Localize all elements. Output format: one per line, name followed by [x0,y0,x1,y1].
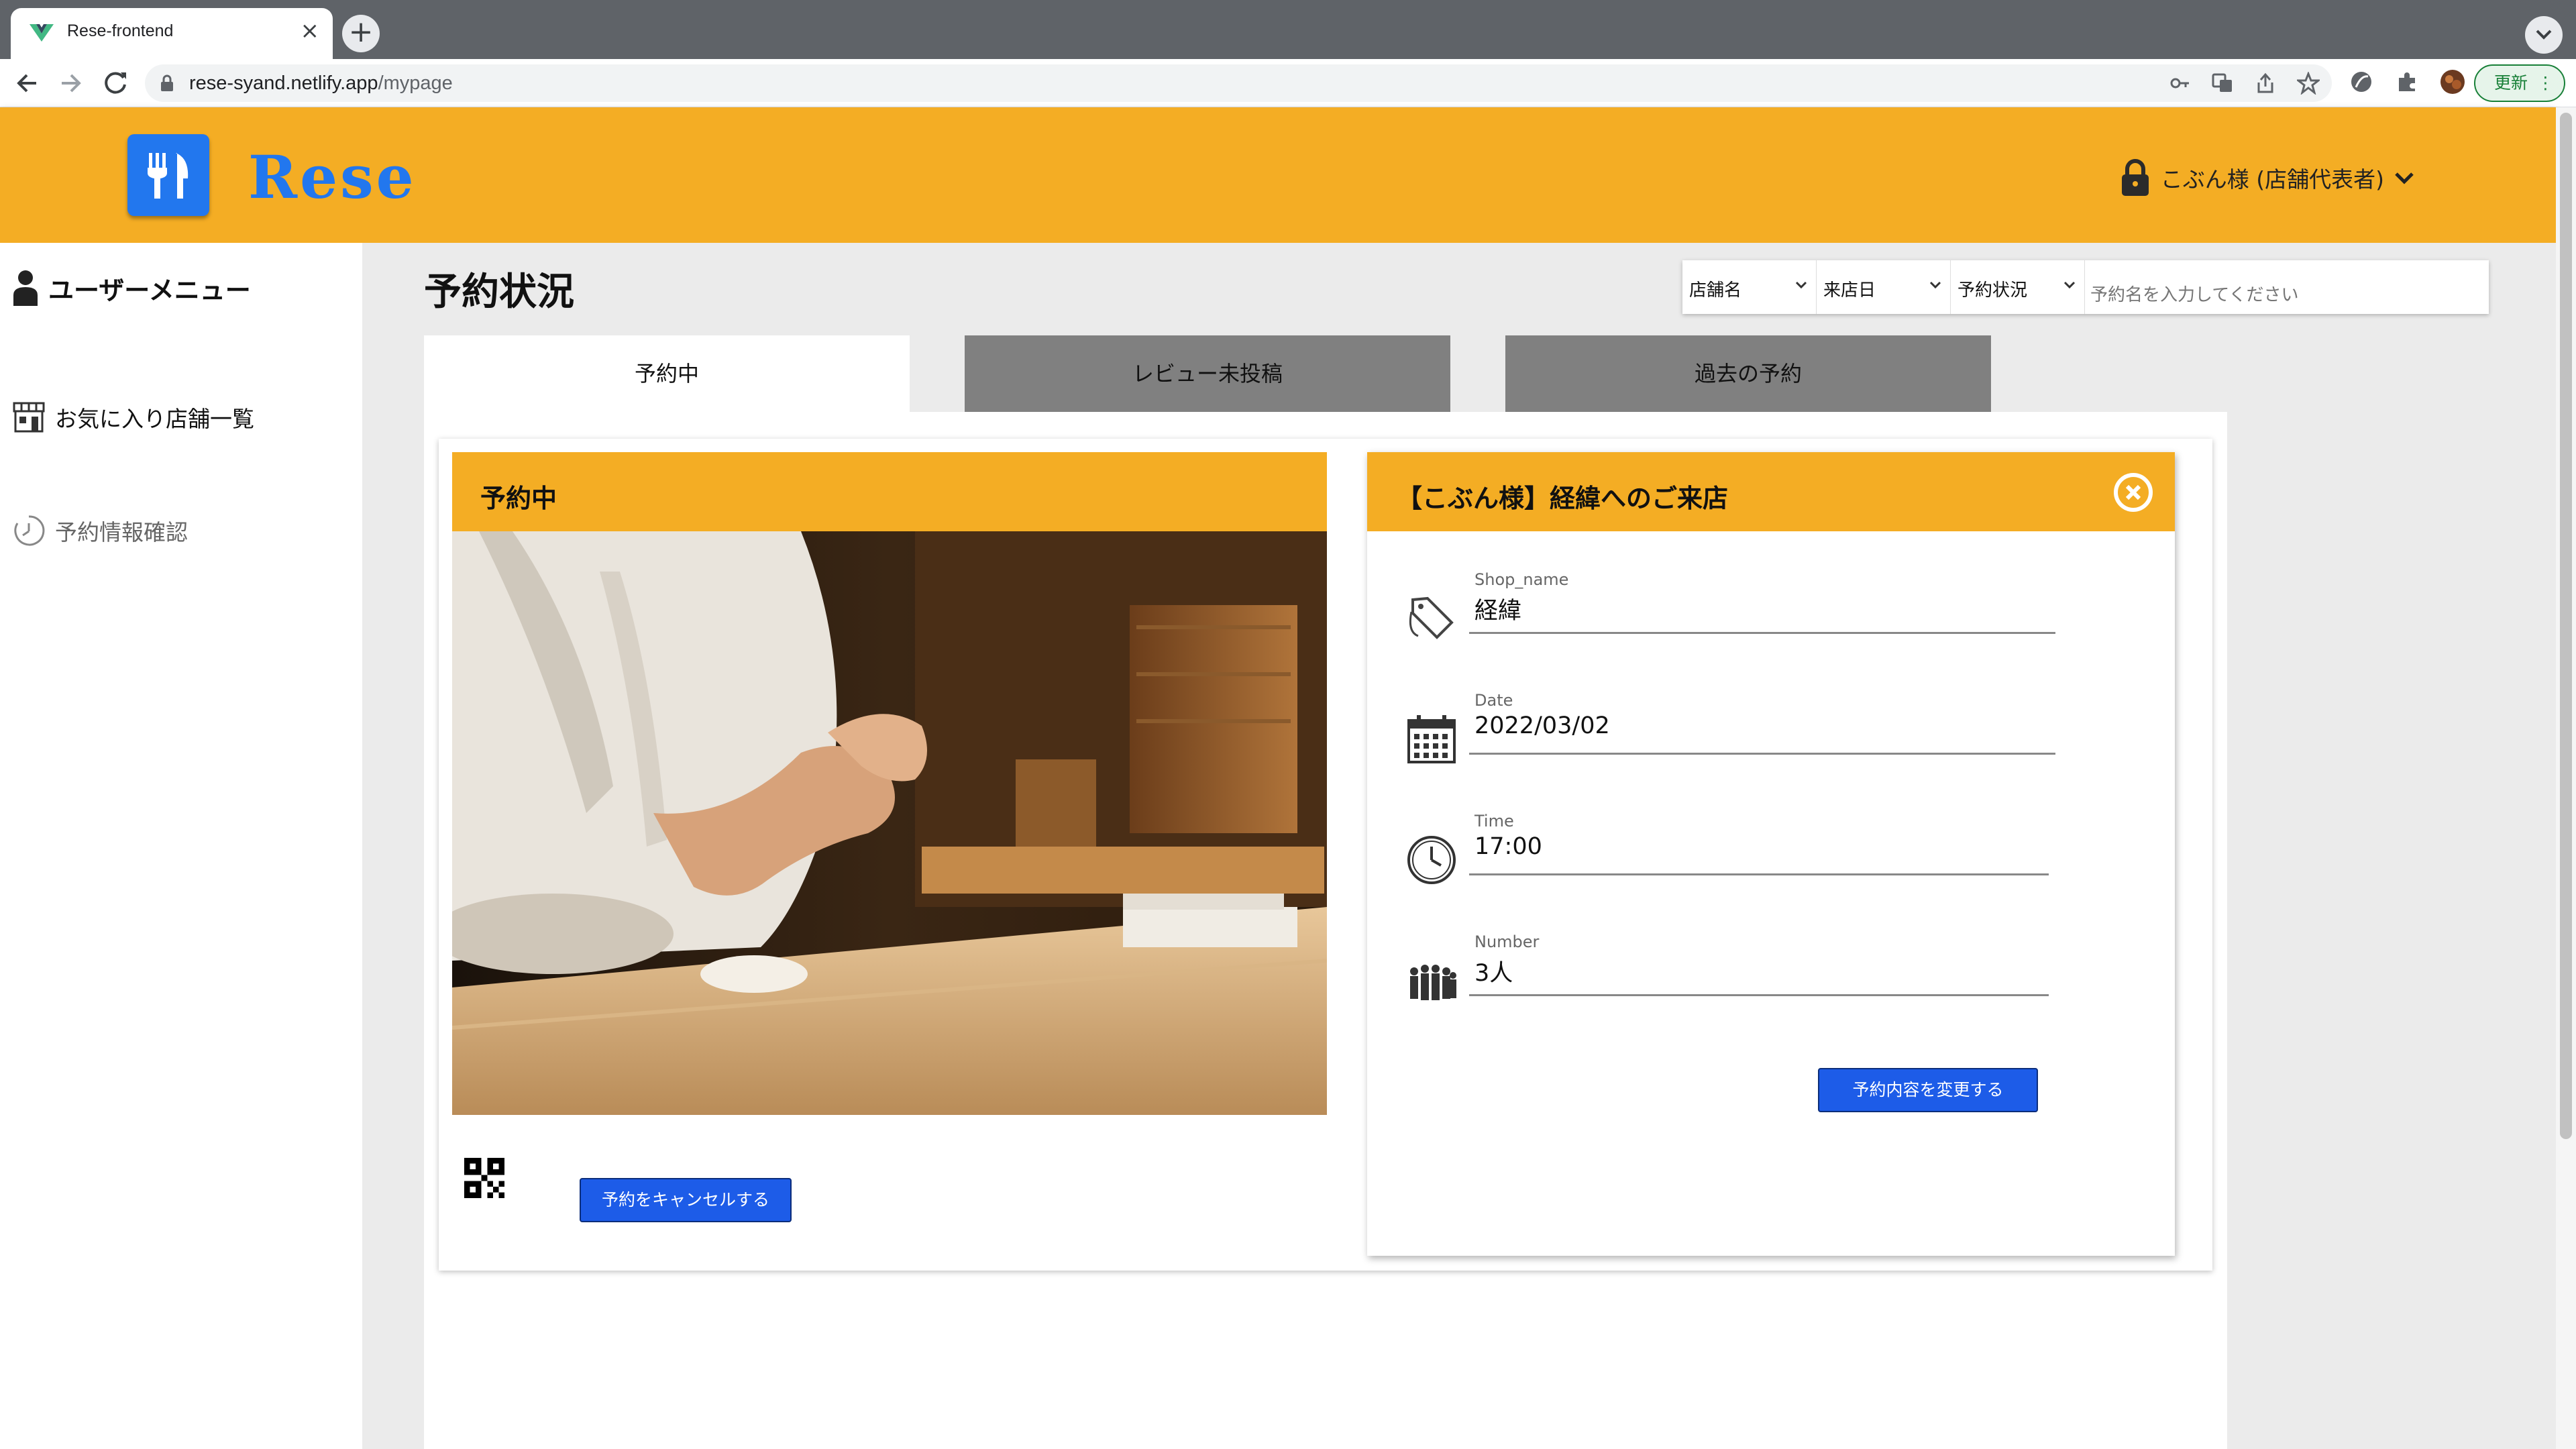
field-underline [1469,994,2049,996]
number-field[interactable]: Number 3人 [1405,932,2049,1013]
status-filter-label: 予約状況 [1957,280,2028,301]
sidebar-item-favorites[interactable]: お気に入り店舗一覧 [12,401,254,433]
translate-icon[interactable] [2211,72,2234,95]
vue-favicon-icon [30,24,54,42]
clock-icon [1407,836,1456,884]
chevron-down-icon [1795,281,1807,289]
chevron-down-icon [1929,281,1941,289]
cancel-reservation-button[interactable]: 予約をキャンセルする [580,1178,792,1222]
date-field[interactable]: Date 2022/03/02 [1405,691,2055,771]
update-button[interactable]: 更新 ⋮ [2474,64,2565,102]
extension-icons [2348,68,2466,95]
reservation-detail-title: 【こぶん様】経緯へのご来店 [1397,484,1729,513]
scrollbar-thumb[interactable] [2560,113,2572,1139]
reservation-container: 予約中 予約をキャンセルする 【こぶん様】経緯へのご来店 Shop_name 経… [439,439,2212,1271]
browser-tabstrip: Rese-frontend × + [0,0,2576,59]
back-icon[interactable] [9,66,44,101]
calendar-icon [1407,715,1456,763]
field-underline [1469,753,2055,755]
app-logo-text[interactable]: Rese [248,142,417,212]
tab-review-pending[interactable]: レビュー未投稿 [965,335,1450,412]
date-filter-label: 来店日 [1823,280,1876,301]
shop-filter-select[interactable]: 店舗名 [1682,260,1817,314]
reservation-name-search-input[interactable] [2085,260,2489,314]
shop-filter-label: 店舗名 [1689,280,1742,301]
profile-avatar-icon[interactable] [2439,68,2466,95]
chevron-down-icon [2395,172,2414,184]
people-icon [1410,965,1456,1000]
change-reservation-button[interactable]: 予約内容を変更する [1818,1068,2038,1112]
browser-tab[interactable]: Rese-frontend × [11,8,333,59]
close-circle-icon[interactable] [2112,471,2155,514]
reload-icon[interactable] [98,66,133,101]
chevron-down-icon [2536,30,2552,40]
tab-search-button[interactable] [2525,16,2563,54]
new-tab-button[interactable]: + [342,15,380,52]
tab-panel: 予約中 予約をキャンセルする 【こぶん様】経緯へのご来店 Shop_name 経… [424,412,2227,1449]
page-title: 予約状況 [424,270,574,314]
url-path: /mypage [378,72,453,94]
number-value: 3人 [1474,960,1513,987]
padlock-icon [2121,159,2149,196]
tab-reserved[interactable]: 予約中 [424,335,910,412]
field-underline [1469,873,2049,875]
history-icon [14,515,45,546]
shop-name-field[interactable]: Shop_name 経緯 [1405,570,2055,651]
fork-knife-icon [148,153,189,199]
number-label: Number [1474,932,1540,951]
sidebar: ユーザーメニュー お気に入り店舗一覧 予約情報確認 [0,243,362,1449]
field-underline [1469,632,2055,634]
user-menu[interactable]: こぶん様 (店舗代表者) [2119,158,2415,197]
update-label: 更新 [2494,73,2528,93]
status-filter-select[interactable]: 予約状況 [1951,260,2085,314]
filter-bar: 店舗名 来店日 予約状況 [1682,260,2489,314]
time-value: 17:00 [1474,833,1542,860]
reservation-card-title: 予約中 [452,452,1327,531]
app-header: Rese こぶん様 (店舗代表者) [0,107,2556,243]
extensions-puzzle-icon[interactable] [2394,68,2420,95]
time-field[interactable]: Time 17:00 [1405,812,2049,892]
tab-title: Rese-frontend [67,21,174,40]
user-name: こぶん様 (店舗代表者) [2160,166,2384,193]
date-filter-select[interactable]: 来店日 [1817,260,1951,314]
date-label: Date [1474,691,1513,710]
url-text: rese-syand.netlify.app/mypage [189,72,453,95]
omnibox-icons [2168,70,2322,95]
reservation-detail-header: 【こぶん様】経緯へのご来店 [1367,452,2175,531]
shop-name-value: 経緯 [1474,598,1522,625]
share-icon[interactable] [2254,72,2277,95]
more-menu-icon: ⋮ [2537,73,2555,93]
address-bar[interactable]: rese-syand.netlify.app/mypage [145,64,2332,102]
browser-toolbar: rese-syand.netlify.app/mypage 更新 ⋮ [0,59,2576,107]
time-label: Time [1474,812,1514,830]
store-icon [13,402,45,433]
reservation-detail-card: 【こぶん様】経緯へのご来店 Shop_name 経緯 Date 2022/03/… [1367,452,2175,1256]
forward-icon[interactable] [54,66,89,101]
shop-photo [452,531,1327,1115]
tab-close-icon[interactable]: × [301,17,320,44]
reservation-card: 予約中 予約をキャンセルする [452,452,1327,1222]
chevron-down-icon [2063,281,2076,289]
shop-name-label: Shop_name [1474,570,1569,589]
sidebar-item-reservations[interactable]: 予約情報確認 [12,514,188,547]
tab-past-reservations[interactable]: 過去の予約 [1505,335,1991,412]
logo-mark[interactable] [127,134,209,216]
date-value: 2022/03/02 [1474,712,1610,739]
sidebar-item-user-menu[interactable]: ユーザーメニュー [12,268,251,307]
sidebar-item-label: 予約情報確認 [55,519,188,545]
sidebar-item-label: お気に入り店舗一覧 [55,406,254,432]
sidebar-item-label: ユーザーメニュー [48,275,251,305]
main-content: 予約状況 店舗名 来店日 予約状況 予約中 レビュー未投稿 過去の予約 予約中 [362,243,2556,1449]
extension-leaf-icon[interactable] [2348,68,2375,95]
lock-icon [161,74,173,91]
key-icon[interactable] [2168,72,2191,95]
url-host: rese-syand.netlify.app [189,72,378,94]
bookmark-star-icon[interactable] [2295,70,2322,95]
page-scrollbar[interactable] [2556,107,2576,1449]
qr-code-icon[interactable] [464,1158,504,1198]
user-icon [13,270,38,306]
tag-icon [1409,596,1454,639]
